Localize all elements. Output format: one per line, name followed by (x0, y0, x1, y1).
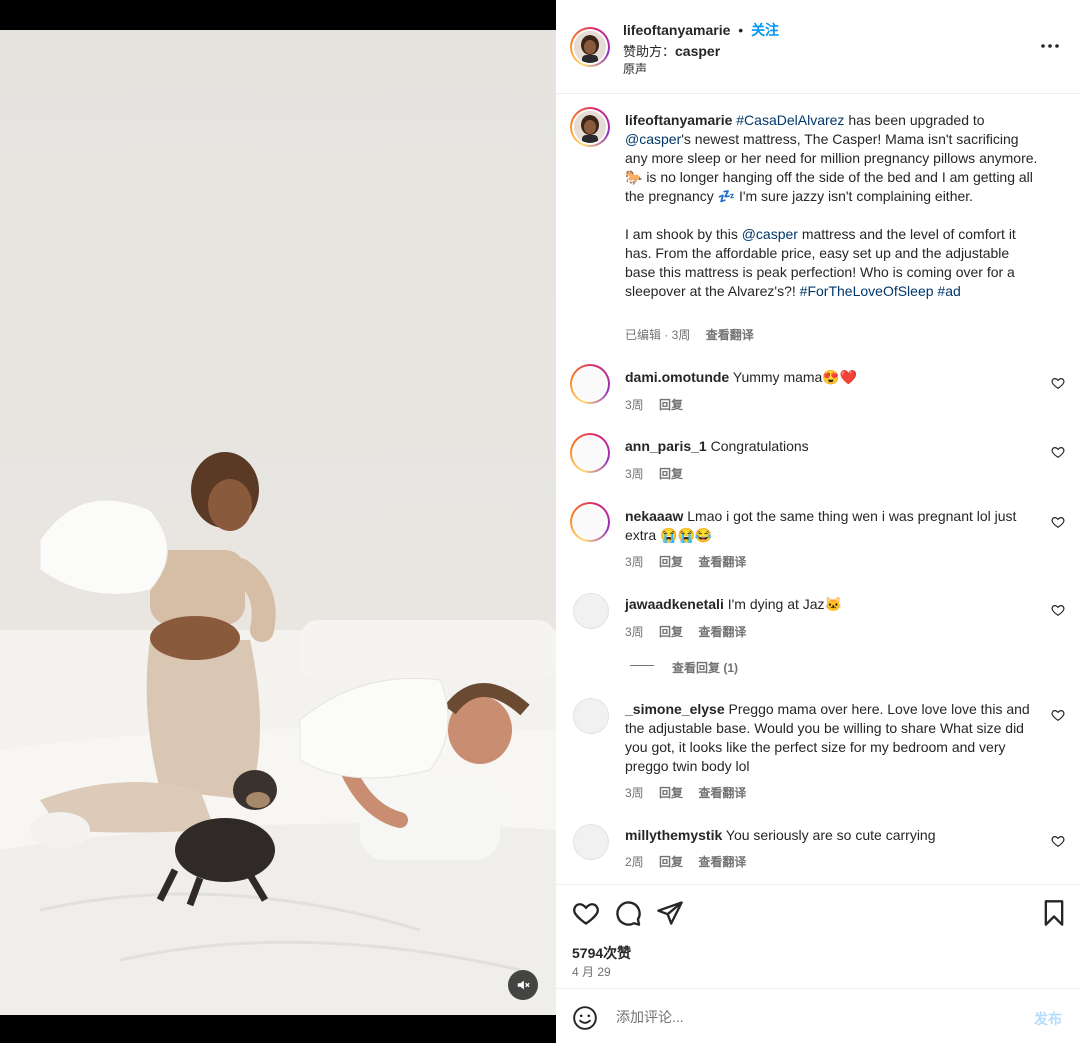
replies-divider (630, 665, 654, 666)
author-avatar[interactable] (570, 27, 610, 67)
caption-text-part: 's newest mattress, The Casper! Mama isn… (625, 131, 1038, 204)
post-header: lifeoftanyamarie • 关注 赞助方：casper 原声 (556, 0, 1080, 94)
like-comment-heart-icon[interactable] (1051, 603, 1065, 617)
share-paper-plane-icon[interactable] (656, 899, 684, 927)
reply-button[interactable]: 回复 (659, 555, 683, 569)
author-username[interactable]: lifeoftanyamarie (623, 22, 730, 38)
comment-meta: 2周 回复 查看翻译 (625, 853, 758, 870)
comment-username[interactable]: jawaadkenetali (625, 596, 724, 612)
more-horizontal-icon[interactable] (1040, 38, 1060, 54)
reply-button[interactable]: 回复 (659, 786, 683, 800)
post-actions: 5794次赞 4 月 29 (556, 884, 1080, 989)
sponsor-name[interactable]: casper (675, 43, 720, 59)
comment-time: 3周 (625, 467, 644, 481)
translate-link[interactable]: 查看翻译 (698, 786, 746, 800)
comment-body: Lmao i got the same thing wen i was preg… (625, 508, 1017, 543)
reply-button[interactable]: 回复 (659, 625, 683, 639)
comment-body: You seriously are so cute carrying (725, 827, 936, 843)
hashtag-link[interactable]: #CasaDelAlvarez (736, 112, 844, 128)
audio-label[interactable]: 原声 (623, 60, 647, 77)
comment-username[interactable]: ann_paris_1 (625, 438, 707, 454)
comment-body: Congratulations (710, 438, 809, 454)
comment-time: 3周 (625, 555, 644, 569)
comment-meta: 3周 回复 (625, 465, 695, 482)
comment: millythemystik You seriously are so cute… (625, 826, 1043, 845)
comment-time: 2周 (625, 855, 644, 869)
comment-username[interactable]: dami.omotunde (625, 369, 729, 385)
like-comment-heart-icon[interactable] (1051, 834, 1065, 848)
translate-link[interactable]: 查看翻译 (698, 555, 746, 569)
caption-text-part: I am shook by this (625, 226, 742, 242)
caption-edited-time: 已编辑 · 3周 (625, 328, 691, 342)
comment-composer: 发布 (556, 988, 1080, 1044)
sponsor-prefix: 赞助方： (623, 44, 676, 59)
post-media (0, 0, 556, 1043)
comment-time: 3周 (625, 398, 644, 412)
post-sidebar: lifeoftanyamarie • 关注 赞助方：casper 原声 life… (556, 0, 1080, 1043)
like-comment-heart-icon[interactable] (1051, 708, 1065, 722)
comment-meta: 3周 回复 查看翻译 (625, 784, 758, 801)
caption-text: lifeoftanyamarie #CasaDelAlvarez has bee… (625, 111, 1043, 301)
comment: ann_paris_1 Congratulations (625, 437, 1043, 456)
follow-button[interactable]: 关注 (751, 22, 779, 38)
speaker-muted-icon (517, 980, 530, 990)
post-comment-button[interactable]: 发布 (1034, 1009, 1062, 1029)
comment-bubble-icon[interactable] (614, 899, 642, 927)
commenter-avatar[interactable] (570, 502, 610, 542)
translate-link[interactable]: 查看翻译 (698, 855, 746, 869)
comment-username[interactable]: nekaaaw (625, 508, 683, 524)
likes-count[interactable]: 5794次赞 (572, 943, 631, 963)
comment: nekaaaw Lmao i got the same thing wen i … (625, 507, 1043, 545)
translate-link[interactable]: 查看翻译 (698, 625, 746, 639)
comment-input[interactable] (614, 1004, 1018, 1030)
like-heart-icon[interactable] (572, 899, 600, 927)
comment-meta: 3周 回复 (625, 396, 695, 413)
photo-illustration (0, 452, 556, 1015)
commenter-avatar[interactable] (573, 698, 609, 734)
comment-username[interactable]: _simone_elyse (625, 701, 725, 717)
caption-meta: 已编辑 · 3周 查看翻译 (625, 326, 766, 343)
caption-translate-link[interactable]: 查看翻译 (706, 328, 754, 342)
sponsor-line: 赞助方：casper (623, 41, 720, 60)
commenter-avatar[interactable] (573, 593, 609, 629)
hashtag-link[interactable]: #ForTheLoveOfSleep (800, 283, 934, 299)
post-date: 4 月 29 (572, 965, 611, 979)
reply-button[interactable]: 回复 (659, 398, 683, 412)
post-photo[interactable] (0, 30, 556, 1015)
comment: _simone_elyse Preggo mama over here. Lov… (625, 700, 1043, 776)
mention-link[interactable]: @casper (742, 226, 798, 242)
caption-avatar[interactable] (570, 107, 610, 147)
caption-text-part: has been upgraded to (844, 112, 985, 128)
reply-button[interactable]: 回复 (659, 855, 683, 869)
like-comment-heart-icon[interactable] (1051, 376, 1065, 390)
caption-username[interactable]: lifeoftanyamarie (625, 112, 732, 128)
comment-meta: 3周 回复 查看翻译 (625, 623, 758, 640)
comment-body: Yummy mama😍❤️ (732, 369, 858, 385)
save-bookmark-icon[interactable] (1040, 899, 1068, 927)
comment-body: I'm dying at Jaz🐱 (727, 596, 842, 612)
commenter-avatar[interactable] (570, 433, 610, 473)
view-replies-button[interactable]: 查看回复 (1) (672, 659, 738, 676)
commenter-avatar[interactable] (570, 364, 610, 404)
reply-button[interactable]: 回复 (659, 467, 683, 481)
hashtag-link[interactable]: #ad (934, 283, 960, 299)
mute-button[interactable] (508, 970, 538, 1000)
comment: dami.omotunde Yummy mama😍❤️ (625, 368, 1043, 387)
comment-time: 3周 (625, 786, 644, 800)
commenter-avatar[interactable] (573, 824, 609, 860)
avatar-photo (574, 111, 606, 143)
like-comment-heart-icon[interactable] (1051, 515, 1065, 529)
separator-dot: • (738, 22, 744, 38)
comment-meta: 3周 回复 查看翻译 (625, 553, 758, 570)
like-comment-heart-icon[interactable] (1051, 445, 1065, 459)
comment-username[interactable]: millythemystik (625, 827, 722, 843)
emoji-smiley-icon[interactable] (572, 1005, 598, 1031)
comment-time: 3周 (625, 625, 644, 639)
mention-link[interactable]: @casper (625, 131, 681, 147)
comment: jawaadkenetali I'm dying at Jaz🐱 (625, 595, 1043, 614)
avatar-photo (574, 31, 606, 63)
